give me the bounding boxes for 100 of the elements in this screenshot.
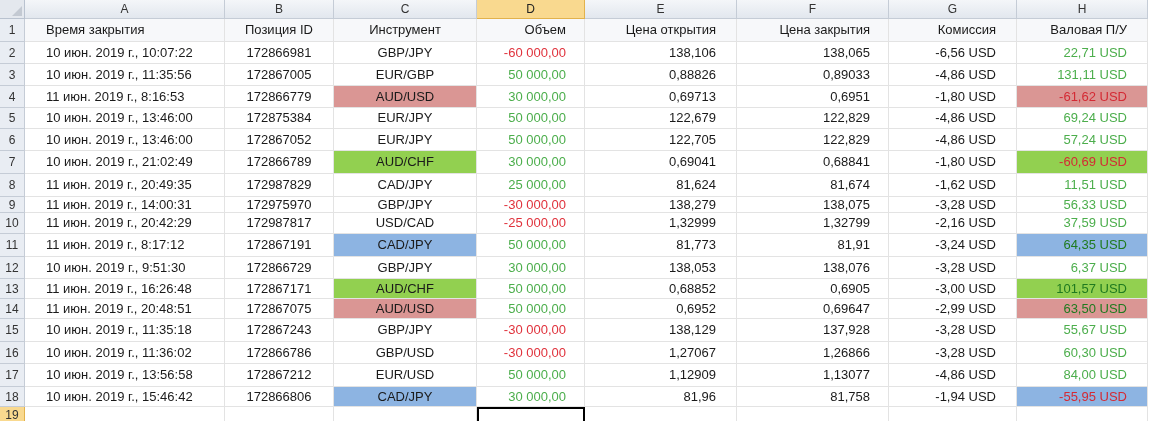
column-title: Позиция ID (225, 19, 334, 42)
row-header[interactable]: 13 (0, 279, 25, 299)
table-cell: 11 июн. 2019 г., 20:49:35 (25, 174, 225, 197)
row-header[interactable]: 4 (0, 86, 25, 108)
column-title: Комиссия (889, 19, 1017, 42)
table-cell: AUD/USD (334, 299, 477, 319)
table-cell: 172875384 (225, 108, 334, 129)
table-cell: 10 июн. 2019 г., 10:07:22 (25, 42, 225, 64)
table-cell: -30 000,00 (477, 197, 585, 213)
row-header[interactable]: 6 (0, 129, 25, 151)
table-cell: 30 000,00 (477, 151, 585, 174)
table-cell: 0,6952 (585, 299, 737, 319)
row-header[interactable]: 10 (0, 213, 25, 234)
column-header[interactable]: C (334, 0, 477, 19)
row-header[interactable]: 5 (0, 108, 25, 129)
table-cell: 1,32999 (585, 213, 737, 234)
table-cell: 81,96 (585, 387, 737, 407)
table-cell: 25 000,00 (477, 174, 585, 197)
column-header[interactable]: B (225, 0, 334, 19)
table-cell: 10 июн. 2019 г., 15:46:42 (25, 387, 225, 407)
table-cell: 138,075 (737, 197, 889, 213)
table-cell: 172867243 (225, 319, 334, 342)
row-header[interactable]: 11 (0, 234, 25, 257)
table-cell: 11 июн. 2019 г., 8:16:53 (25, 86, 225, 108)
table-cell: -3,28 USD (889, 319, 1017, 342)
table-cell: -30 000,00 (477, 342, 585, 364)
table-cell: 172867212 (225, 364, 334, 387)
table-cell: 1,12909 (585, 364, 737, 387)
row-header[interactable]: 17 (0, 364, 25, 387)
table-cell: 0,69647 (737, 299, 889, 319)
column-header[interactable]: E (585, 0, 737, 19)
table-cell: 122,705 (585, 129, 737, 151)
row-header[interactable]: 2 (0, 42, 25, 64)
column-header[interactable]: A (25, 0, 225, 19)
table-cell: 63,50 USD (1017, 299, 1148, 319)
row-header[interactable]: 1 (0, 19, 25, 42)
table-cell: 0,69713 (585, 86, 737, 108)
table-cell: 122,679 (585, 108, 737, 129)
table-cell: 172866729 (225, 257, 334, 279)
table-cell: 30 000,00 (477, 257, 585, 279)
table-cell: 11 июн. 2019 г., 14:00:31 (25, 197, 225, 213)
table-cell: 50 000,00 (477, 129, 585, 151)
table-cell: 172987829 (225, 174, 334, 197)
column-header[interactable]: G (889, 0, 1017, 19)
table-cell: 0,89033 (737, 64, 889, 86)
table-cell: 172987817 (225, 213, 334, 234)
table-cell: 69,24 USD (1017, 108, 1148, 129)
row-header[interactable]: 9 (0, 197, 25, 213)
row-header[interactable]: 16 (0, 342, 25, 364)
row-header[interactable]: 18 (0, 387, 25, 407)
table-cell: 10 июн. 2019 г., 11:36:02 (25, 342, 225, 364)
table-cell: 0,68852 (585, 279, 737, 299)
row-header[interactable]: 15 (0, 319, 25, 342)
table-cell: 172866981 (225, 42, 334, 64)
table-cell: AUD/CHF (334, 279, 477, 299)
table-cell: 30 000,00 (477, 387, 585, 407)
row-header[interactable]: 14 (0, 299, 25, 319)
row-header[interactable]: 8 (0, 174, 25, 197)
table-cell: 81,624 (585, 174, 737, 197)
table-cell: GBP/USD (334, 342, 477, 364)
table-cell: 138,106 (585, 42, 737, 64)
table-cell: 81,758 (737, 387, 889, 407)
table-cell: -4,86 USD (889, 364, 1017, 387)
table-cell: 10 июн. 2019 г., 11:35:18 (25, 319, 225, 342)
column-title: Валовая П/У (1017, 19, 1148, 42)
select-all-button[interactable] (0, 0, 25, 19)
table-cell: 0,88826 (585, 64, 737, 86)
table-cell: 138,279 (585, 197, 737, 213)
table-cell: -6,56 USD (889, 42, 1017, 64)
table-cell: 10 июн. 2019 г., 13:46:00 (25, 129, 225, 151)
table-cell: CAD/JPY (334, 234, 477, 257)
row-header[interactable]: 7 (0, 151, 25, 174)
table-cell: 81,91 (737, 234, 889, 257)
table-cell: -1,62 USD (889, 174, 1017, 197)
row-header[interactable]: 12 (0, 257, 25, 279)
table-cell: -3,28 USD (889, 257, 1017, 279)
table-cell: 55,67 USD (1017, 319, 1148, 342)
row-header[interactable]: 3 (0, 64, 25, 86)
table-cell: 172867052 (225, 129, 334, 151)
table-cell: 10 июн. 2019 г., 11:35:56 (25, 64, 225, 86)
corner-triangle-icon (12, 6, 22, 16)
table-cell: 81,773 (585, 234, 737, 257)
table-cell: 1,26866 (737, 342, 889, 364)
table-cell: 0,68841 (737, 151, 889, 174)
table-cell: 0,69041 (585, 151, 737, 174)
table-cell: 22,71 USD (1017, 42, 1148, 64)
column-header[interactable]: H (1017, 0, 1148, 19)
table-cell: 10 июн. 2019 г., 9:51:30 (25, 257, 225, 279)
column-header[interactable]: F (737, 0, 889, 19)
table-cell: -25 000,00 (477, 213, 585, 234)
row-header[interactable]: 19 (0, 407, 25, 421)
table-cell: 50 000,00 (477, 108, 585, 129)
table-cell: AUD/USD (334, 86, 477, 108)
table-cell: 138,065 (737, 42, 889, 64)
table-cell: GBP/JPY (334, 319, 477, 342)
table-cell: 122,829 (737, 129, 889, 151)
table-cell: 0,6951 (737, 86, 889, 108)
column-header[interactable]: D (477, 0, 585, 19)
table-cell: -55,95 USD (1017, 387, 1148, 407)
table-cell: 1,13077 (737, 364, 889, 387)
